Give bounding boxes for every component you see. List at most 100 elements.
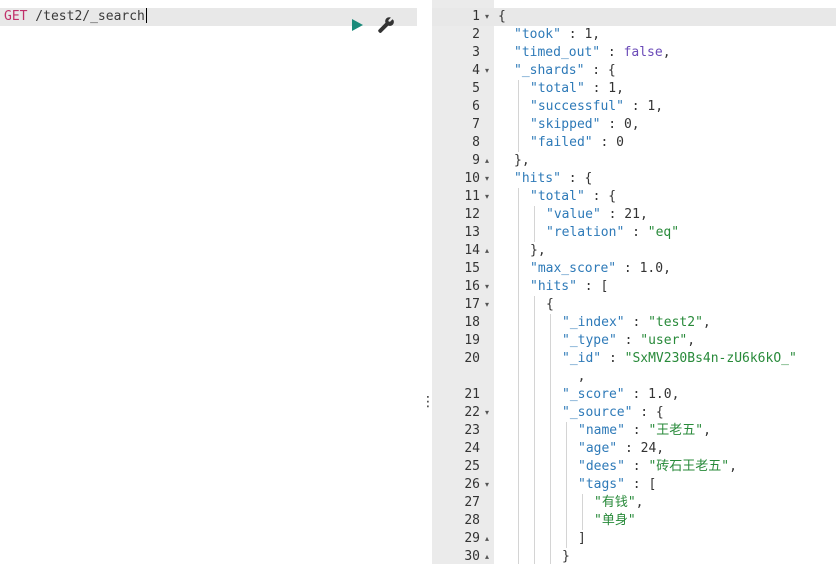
indent-guide	[518, 296, 519, 314]
token-punc: :	[601, 351, 625, 366]
request-text[interactable]: GET /test2/_search	[4, 8, 147, 26]
request-line[interactable]: GET /test2/_search	[0, 8, 417, 33]
token-key: "_source"	[562, 405, 633, 420]
token-str: "王老五"	[648, 423, 704, 438]
code-text: "relation" : "eq"	[546, 224, 679, 242]
fold-expanded-end-icon[interactable]: ▴	[483, 548, 491, 564]
code-line: ,	[432, 368, 836, 386]
token-key: "max_score"	[530, 261, 617, 276]
indent-guide	[550, 512, 551, 530]
code-text: "_source" : {	[562, 404, 664, 422]
token-punc: ,	[635, 495, 644, 510]
indent-guide	[518, 116, 519, 134]
indent-guide	[518, 188, 519, 206]
code-text: ]	[578, 530, 586, 548]
request-settings-button[interactable]	[375, 16, 397, 34]
indent-guide	[534, 296, 535, 314]
token-punc: ,	[616, 81, 624, 96]
token-punc: :	[624, 459, 649, 474]
request-method: GET	[4, 9, 28, 24]
code-line: 8 "failed" : 0	[432, 134, 836, 152]
token-punc: ,	[703, 423, 711, 438]
fold-expanded-end-icon[interactable]: ▴	[483, 152, 491, 170]
line-number: 6	[472, 99, 480, 114]
indent-guide	[550, 368, 551, 386]
token-str: "eq"	[647, 225, 680, 240]
code-text: },	[530, 242, 546, 260]
line-number: 25	[464, 459, 480, 474]
token-punc: ,	[592, 27, 601, 42]
text-cursor	[145, 8, 147, 23]
indent-guide	[550, 332, 551, 350]
code-line: 24 "age" : 24,	[432, 440, 836, 458]
fold-expanded-end-icon[interactable]: ▴	[483, 242, 491, 260]
token-punc: },	[514, 153, 530, 168]
code-text: "_index" : "test2",	[562, 314, 711, 332]
fold-toggle-icon[interactable]: ▾	[483, 8, 491, 26]
indent-guide	[534, 476, 535, 494]
code-text: "successful" : 1,	[530, 98, 663, 116]
token-punc: : {	[632, 405, 664, 420]
line-number: 16	[464, 279, 480, 294]
line-number: 4	[472, 63, 480, 78]
code-line: 20 "_id" : "SxMV230Bs4n-zU6k6kO_"	[432, 350, 836, 368]
indent-guide	[518, 98, 519, 116]
indent-guide	[550, 314, 551, 332]
line-number: 23	[464, 423, 480, 438]
code-line: 29 ▴]	[432, 530, 836, 548]
indent-guide	[534, 440, 535, 458]
token-key: "value"	[546, 207, 601, 222]
indent-guide	[534, 224, 535, 242]
line-number: 1	[472, 9, 480, 24]
line-number: 17	[464, 297, 480, 312]
code-line: 25 "dees" : "砖石王老五",	[432, 458, 836, 476]
code-line: 26 ▾ "tags" : [	[432, 476, 836, 494]
request-editor[interactable]: GET /test2/_search	[0, 0, 417, 564]
indent-guide	[582, 512, 583, 530]
fold-toggle-icon[interactable]: ▾	[483, 278, 491, 296]
pane-resizer[interactable]: ⋮	[417, 0, 435, 564]
code-line: 15 "max_score" : 1.0,	[432, 260, 836, 278]
fold-toggle-icon[interactable]: ▾	[483, 404, 491, 422]
token-key: "_id"	[562, 351, 602, 366]
fold-toggle-icon[interactable]: ▾	[483, 476, 491, 494]
line-number: 11	[464, 189, 480, 204]
response-code: 1 ▾{2 "took" : 1, 3 "timed_out" : false, 4 ▾ "_…	[432, 8, 836, 564]
token-punc: :	[600, 45, 624, 60]
indent-guide	[550, 350, 551, 368]
fold-toggle-icon[interactable]: ▾	[483, 170, 491, 188]
code-text: }	[562, 548, 570, 564]
code-text: "_score" : 1.0,	[562, 386, 679, 404]
indent-guide	[518, 260, 519, 278]
fold-toggle-icon[interactable]: ▾	[483, 188, 491, 206]
line-number: 29	[464, 531, 480, 546]
line-number: 12	[464, 207, 480, 222]
run-request-button[interactable]	[347, 16, 367, 34]
code-line: 16 ▾ "hits" : [	[432, 278, 836, 296]
token-punc: :	[624, 225, 648, 240]
fold-toggle-icon[interactable]: ▾	[483, 296, 491, 314]
indent-guide	[534, 386, 535, 404]
indent-guide	[550, 422, 551, 440]
code-line: 11 ▾ "total" : {	[432, 188, 836, 206]
code-line: 19 "_type" : "user",	[432, 332, 836, 350]
response-viewer[interactable]: 1 ▾{2 "took" : 1, 3 "timed_out" : false, 4 ▾ "_…	[432, 0, 836, 564]
indent-guide	[550, 476, 551, 494]
code-text: ,	[562, 368, 586, 386]
code-line: 27 "有钱",	[432, 494, 836, 512]
token-num: 21	[624, 207, 640, 222]
fold-toggle-icon[interactable]: ▾	[483, 62, 491, 80]
code-line: 7 "skipped" : 0,	[432, 116, 836, 134]
token-punc: },	[530, 243, 546, 258]
code-text: "took" : 1,	[514, 26, 600, 44]
token-punc: ,	[656, 441, 665, 456]
token-str: "test2"	[648, 315, 703, 330]
line-number: 8	[472, 135, 480, 150]
indent-guide	[550, 458, 551, 476]
token-str: "user"	[640, 333, 688, 348]
fold-expanded-end-icon[interactable]: ▴	[483, 530, 491, 548]
token-key: "successful"	[530, 99, 624, 114]
token-punc: :	[624, 423, 649, 438]
token-punc: ,	[702, 315, 711, 330]
indent-guide	[534, 404, 535, 422]
